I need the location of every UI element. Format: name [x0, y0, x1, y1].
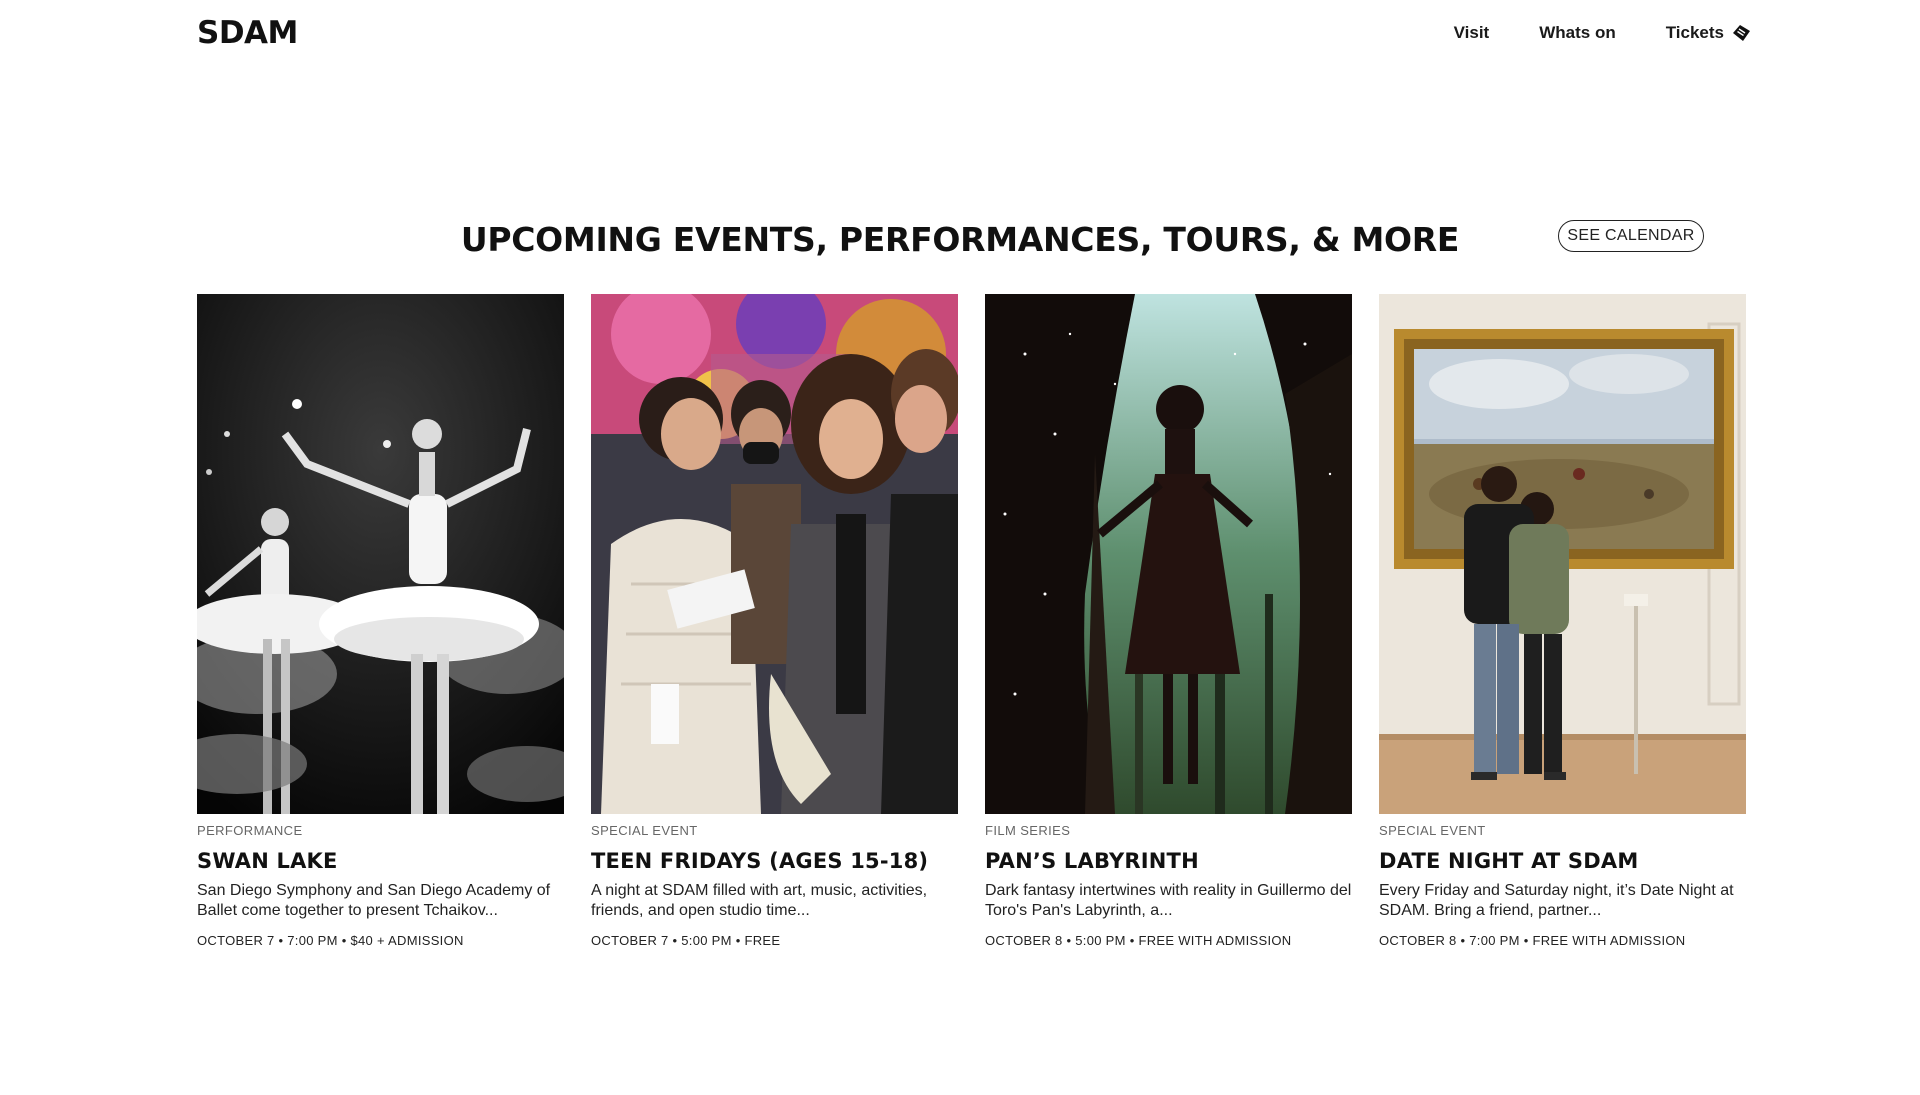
- event-meta: OCTOBER 8 • 7:00 PM • FREE WITH ADMISSIO…: [1379, 933, 1686, 948]
- nav-whats-on[interactable]: Whats on: [1539, 23, 1616, 43]
- event-category: FILM SERIES: [985, 823, 1071, 838]
- event-category: SPECIAL EVENT: [591, 823, 698, 838]
- couple-viewing-painting-photo[interactable]: [1379, 294, 1746, 814]
- site-header: SDAM Visit Whats on Tickets: [197, 0, 1752, 66]
- ticket-icon: [1730, 23, 1752, 43]
- film-still-girl-in-tree[interactable]: [985, 294, 1352, 814]
- nav-visit[interactable]: Visit: [1454, 23, 1490, 43]
- events-section-header: UPCOMING EVENTS, PERFORMANCES, TOURS, & …: [0, 214, 1920, 270]
- event-card[interactable]: FILM SERIES PAN’S LABYRINTH Dark fantasy…: [985, 294, 1352, 948]
- event-card[interactable]: SPECIAL EVENT TEEN FRIDAYS (AGES 15-18) …: [591, 294, 958, 948]
- event-description: Dark fantasy intertwines with reality in…: [985, 882, 1352, 919]
- event-description: San Diego Symphony and San Diego Academy…: [197, 882, 551, 919]
- event-card[interactable]: SPECIAL EVENT DATE NIGHT AT SDAM Every F…: [1379, 294, 1746, 948]
- nav-tickets-label: Tickets: [1665, 23, 1724, 42]
- event-card[interactable]: PERFORMANCE SWAN LAKE San Diego Symphony…: [197, 294, 564, 948]
- event-category: SPECIAL EVENT: [1379, 823, 1486, 838]
- event-cards-grid: PERFORMANCE SWAN LAKE San Diego Symphony…: [197, 294, 1746, 948]
- event-title[interactable]: SWAN LAKE: [197, 849, 564, 873]
- event-title[interactable]: TEEN FRIDAYS (AGES 15-18): [591, 849, 958, 873]
- see-calendar-button[interactable]: SEE CALENDAR: [1558, 220, 1704, 252]
- event-meta: OCTOBER 8 • 5:00 PM • FREE WITH ADMISSIO…: [985, 933, 1292, 948]
- main-nav: Visit Whats on Tickets: [1454, 23, 1752, 43]
- ballet-dancers-photo[interactable]: [197, 294, 564, 814]
- event-title[interactable]: DATE NIGHT AT SDAM: [1379, 849, 1746, 873]
- event-meta: OCTOBER 7 • 7:00 PM • $40 + ADMISSION: [197, 933, 464, 948]
- event-title[interactable]: PAN’S LABYRINTH: [985, 849, 1352, 873]
- event-description: Every Friday and Saturday night, it’s Da…: [1379, 882, 1734, 919]
- site-logo[interactable]: SDAM: [197, 15, 298, 51]
- nav-tickets[interactable]: Tickets: [1666, 23, 1752, 43]
- teens-group-photo[interactable]: [591, 294, 958, 814]
- event-meta: OCTOBER 7 • 5:00 PM • FREE: [591, 933, 781, 948]
- event-category: PERFORMANCE: [197, 823, 303, 838]
- event-description: A night at SDAM filled with art, music, …: [591, 882, 928, 919]
